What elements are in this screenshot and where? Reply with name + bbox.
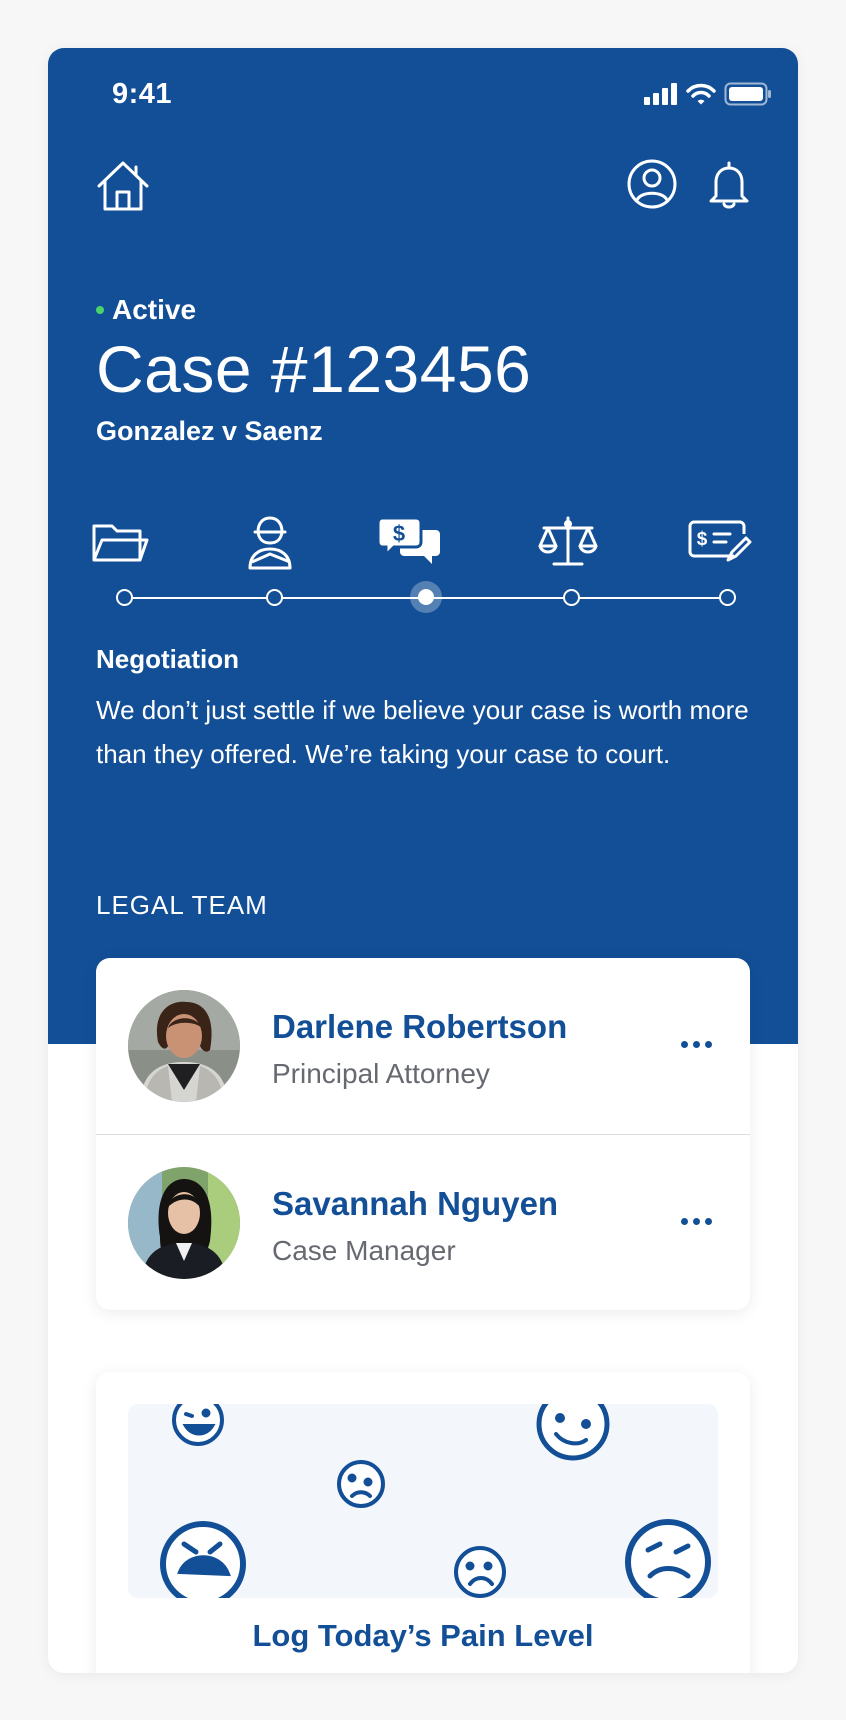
user-circle-icon bbox=[627, 159, 677, 209]
more-options-button[interactable] bbox=[674, 1030, 718, 1058]
stage-litigation[interactable] bbox=[536, 512, 600, 572]
team-member-row[interactable]: Darlene Robertson Principal Attorney bbox=[96, 958, 750, 1134]
avatar bbox=[128, 1167, 240, 1279]
current-step-dot bbox=[418, 589, 434, 605]
pain-faces-illustration bbox=[128, 1404, 718, 1598]
log-pain-level-button[interactable]: Log Today’s Pain Level bbox=[96, 1618, 750, 1654]
member-name: Darlene Robertson bbox=[272, 1008, 568, 1045]
svg-text:$: $ bbox=[697, 529, 708, 550]
legal-team-card: Darlene Robertson Principal Attorney Sav… bbox=[96, 958, 750, 1310]
negotiation-chat-dollar-icon: $ bbox=[376, 516, 440, 564]
home-icon bbox=[97, 161, 149, 211]
progress-step-5[interactable] bbox=[719, 589, 736, 606]
battery-icon bbox=[724, 82, 771, 106]
pain-level-card[interactable]: Log Today’s Pain Level bbox=[96, 1372, 750, 1673]
bell-icon bbox=[709, 161, 749, 209]
case-status: Active bbox=[96, 294, 196, 326]
home-button[interactable] bbox=[94, 158, 152, 214]
member-name: Savannah Nguyen bbox=[272, 1185, 559, 1222]
injured-person-icon bbox=[248, 516, 292, 570]
avatar bbox=[128, 990, 240, 1102]
profile-button[interactable] bbox=[626, 158, 678, 210]
check-payment-icon: $ bbox=[688, 520, 752, 562]
folder-icon bbox=[92, 524, 149, 562]
progress-step-3-current[interactable] bbox=[410, 581, 442, 613]
ellipsis-icon bbox=[680, 1217, 688, 1225]
progress-step-1[interactable] bbox=[116, 589, 133, 606]
status-icons bbox=[644, 82, 772, 106]
case-header: 9:41 Active Case #123456 Gonzalez v Saen… bbox=[48, 48, 798, 1044]
case-title: Case #123456 bbox=[96, 332, 532, 406]
stage-description: We don’t just settle if we believe your … bbox=[96, 695, 749, 769]
stage-intake[interactable] bbox=[90, 512, 154, 572]
stage-treatment[interactable] bbox=[240, 512, 304, 572]
svg-text:$: $ bbox=[393, 521, 405, 546]
progress-step-4[interactable] bbox=[563, 589, 580, 606]
active-status-dot bbox=[96, 306, 104, 314]
signal-icon bbox=[644, 83, 677, 105]
notifications-button[interactable] bbox=[704, 158, 754, 210]
ellipsis-icon bbox=[680, 1040, 688, 1048]
scales-of-justice-icon bbox=[538, 516, 598, 566]
legal-team-heading: LEGAL TEAM bbox=[96, 890, 268, 920]
status-time: 9:41 bbox=[112, 78, 173, 110]
stage-negotiation[interactable]: $ bbox=[376, 512, 442, 572]
case-status-label: Active bbox=[112, 294, 197, 325]
more-options-button[interactable] bbox=[674, 1207, 718, 1235]
member-role: Case Manager bbox=[272, 1235, 456, 1266]
progress-step-2[interactable] bbox=[266, 589, 283, 606]
stage-title: Negotiation bbox=[96, 644, 239, 674]
app-screen: 9:41 Active Case #123456 Gonzalez v Saen… bbox=[48, 48, 798, 1673]
wifi-icon bbox=[686, 83, 716, 105]
team-member-row[interactable]: Savannah Nguyen Case Manager bbox=[96, 1134, 750, 1310]
stage-settlement[interactable]: $ bbox=[688, 512, 752, 572]
member-role: Principal Attorney bbox=[272, 1058, 490, 1089]
case-subtitle: Gonzalez v Saenz bbox=[96, 416, 323, 446]
